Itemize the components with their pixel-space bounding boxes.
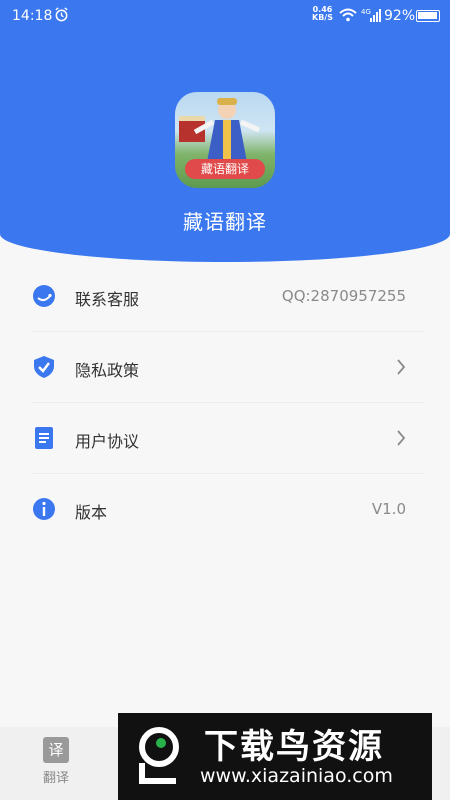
wifi-icon — [339, 8, 357, 22]
menu-item-contact-support[interactable]: 联系客服 QQ:2870957255 — [32, 262, 424, 332]
translate-icon: 译 — [43, 737, 69, 763]
shield-check-icon — [34, 356, 54, 378]
contact-qq-value: QQ:2870957255 — [281, 287, 406, 305]
network-speed: 0.46 KB/S — [312, 5, 333, 22]
watermark-url: www.xiazainiao.com — [200, 765, 393, 787]
chevron-right-icon — [397, 430, 406, 446]
document-icon — [35, 427, 53, 449]
menu-item-label: 隐私政策 — [75, 361, 140, 380]
alarm-icon — [55, 7, 68, 22]
logo-badge: 藏语翻译 — [185, 159, 265, 179]
headset-icon — [33, 285, 55, 307]
status-bar: 14:18 0.46 KB/S 4G 92% — [0, 0, 450, 32]
version-value: V1.0 — [371, 500, 406, 518]
menu-item-label: 用户协议 — [75, 432, 140, 451]
app-logo: 藏语翻译 — [175, 92, 275, 188]
menu-item-label: 联系客服 — [75, 290, 140, 309]
battery-icon — [416, 10, 440, 22]
battery-percent: 92% — [384, 8, 416, 24]
menu-item-privacy-policy[interactable]: 隐私政策 — [32, 333, 424, 403]
watermark-banner: 下载鸟资源 www.xiazainiao.com — [118, 713, 432, 800]
signal-icon: 4G — [361, 8, 381, 22]
chevron-right-icon — [397, 359, 406, 375]
menu-item-user-agreement[interactable]: 用户协议 — [32, 404, 424, 474]
svg-text:4G: 4G — [361, 8, 371, 16]
tab-translate[interactable]: 译 翻译 — [34, 737, 78, 786]
status-time: 14:18 — [12, 8, 53, 24]
menu-item-version[interactable]: 版本 V1.0 — [32, 475, 424, 545]
menu-item-label: 版本 — [75, 503, 108, 522]
tab-label: 翻译 — [42, 771, 69, 786]
info-icon — [33, 498, 55, 520]
watermark-title: 下载鸟资源 — [204, 727, 384, 767]
app-name: 藏语翻译 — [183, 210, 267, 234]
watermark-logo-icon — [139, 727, 179, 784]
